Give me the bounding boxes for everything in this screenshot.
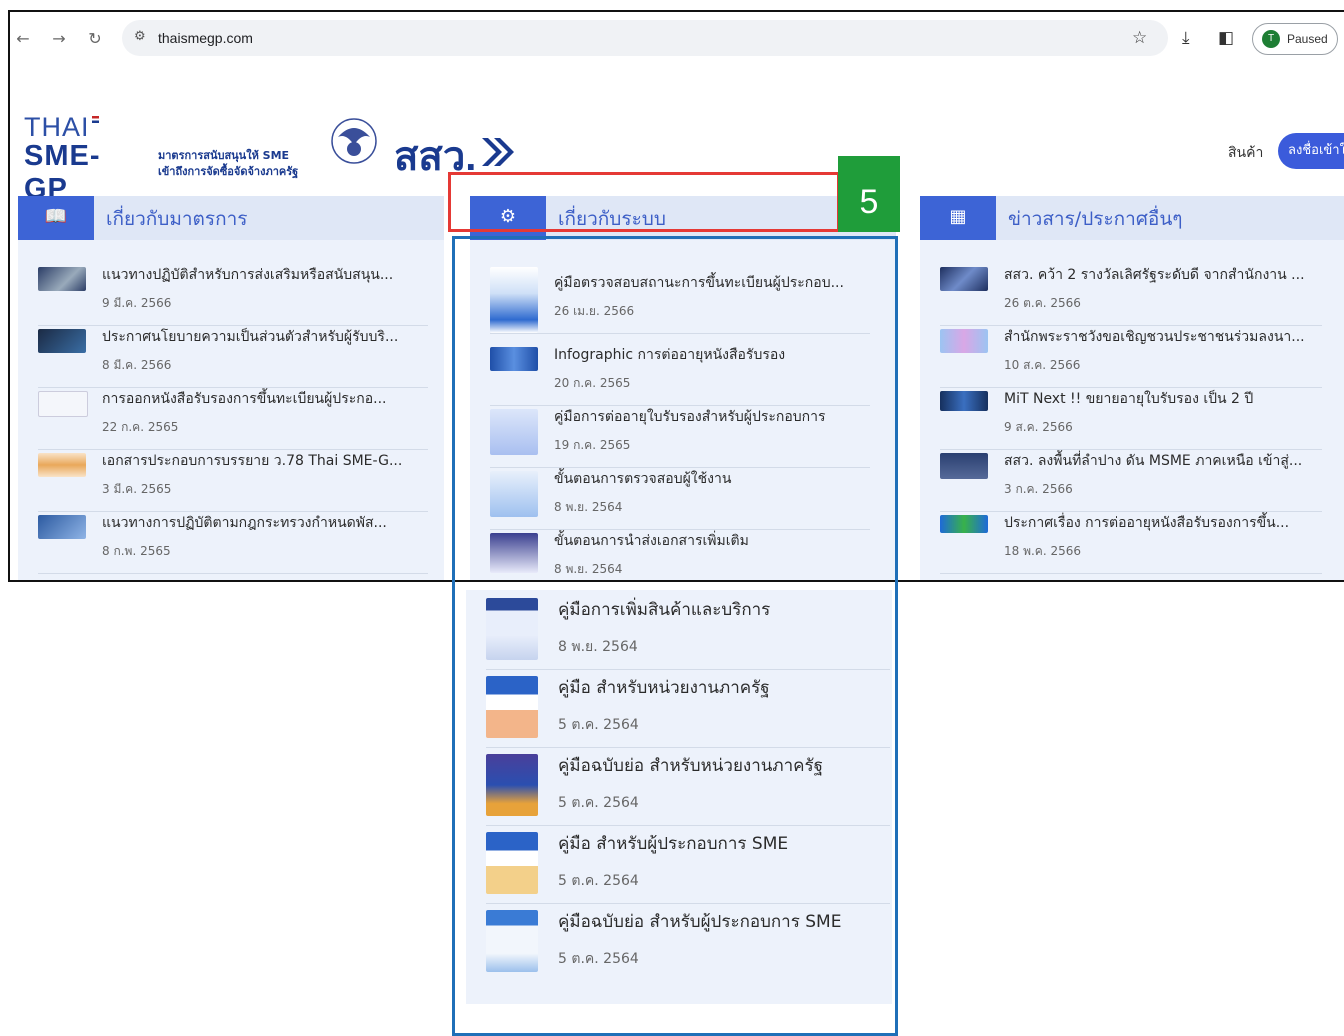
item-date: 8 มี.ค. 2566	[102, 358, 172, 372]
item-date: 18 พ.ค. 2566	[1004, 544, 1082, 558]
thumbnail	[38, 391, 88, 417]
reload-icon[interactable]: ↻	[84, 28, 106, 50]
back-icon[interactable]: ←	[12, 28, 34, 50]
item-title: แนวทางปฏิบัติสำหรับการส่งเสริมหรือสนับสน…	[102, 267, 394, 283]
book-icon: 📖	[18, 196, 94, 240]
list-item[interactable]: แนวทางปฏิบัติสำหรับการส่งเสริมหรือสนับสน…	[38, 264, 428, 326]
item-title: ประกาศนโยบายความเป็นส่วนตัวสำหรับผู้รับบ…	[102, 329, 399, 345]
list-item[interactable]: ประกาศเรื่อง การต่ออายุหนังสือรับรองการข…	[940, 512, 1322, 574]
column-title: เกี่ยวกับมาตรการ	[106, 208, 248, 230]
item-date: 10 ส.ค. 2566	[1004, 358, 1081, 372]
column-news: ▦ ข่าวสาร/ประกาศอื่นๆ สสว. คว้า 2 รางวัล…	[920, 196, 1344, 580]
logo-thai-text: THAI	[24, 112, 90, 142]
site-settings-icon[interactable]: ⚙	[134, 29, 146, 44]
login-button[interactable]: ลงชื่อเข้าใช้	[1278, 133, 1344, 169]
forward-icon[interactable]: →	[48, 28, 70, 50]
list-item[interactable]: ประกาศนโยบายความเป็นส่วนตัวสำหรับผู้รับบ…	[38, 326, 428, 388]
list-item[interactable]: MiT Next !! ขยายอายุใบรับรอง เป็น 2 ปี 9…	[940, 388, 1322, 450]
thumbnail	[940, 391, 988, 411]
item-date: 9 ส.ค. 2566	[1004, 420, 1073, 434]
profile-status: Paused	[1287, 32, 1328, 46]
divider	[940, 573, 1322, 574]
item-title: MiT Next !! ขยายอายุใบรับรอง เป็น 2 ปี	[1004, 391, 1254, 407]
item-title: แนวทางการปฏิบัติตามกฎกระทรวงกำหนดพัส...	[102, 515, 387, 531]
nav-products-link[interactable]: สินค้า	[1228, 142, 1263, 164]
item-date: 9 มี.ค. 2566	[102, 296, 172, 310]
list-item[interactable]: เอกสารประกอบการบรรยาย ว.78 Thai SME-G...…	[38, 450, 428, 512]
item-title: เอกสารประกอบการบรรยาย ว.78 Thai SME-G...	[102, 453, 403, 469]
column-about-measures: 📖 เกี่ยวกับมาตรการ แนวทางปฏิบัติสำหรับกา…	[18, 196, 444, 580]
highlight-blue-box	[452, 236, 898, 1036]
avatar: T	[1262, 30, 1280, 48]
calendar-icon: ▦	[920, 196, 996, 240]
thumbnail	[940, 515, 988, 533]
address-bar[interactable]: ⚙ thaismegp.com	[122, 20, 1168, 56]
highlight-red-box	[448, 172, 840, 232]
item-date: 26 ต.ค. 2566	[1004, 296, 1081, 310]
step-badge: 5	[838, 156, 900, 232]
side-panel-icon[interactable]: ◧	[1218, 28, 1234, 48]
list-item[interactable]: สสว. ลงพื้นที่ลำปาง ดัน MSME ภาคเหนือ เข…	[940, 450, 1322, 512]
list-item[interactable]: แนวทางการปฏิบัติตามกฎกระทรวงกำหนดพัส... …	[38, 512, 428, 574]
bookmark-star-icon[interactable]: ☆	[1132, 28, 1147, 48]
thumbnail	[940, 329, 988, 353]
thumbnail	[38, 329, 86, 353]
column-header[interactable]: ▦ ข่าวสาร/ประกาศอื่นๆ	[920, 196, 1344, 240]
list-item[interactable]: สำนักพระราชวังขอเชิญชวนประชาชนร่วมลงนา..…	[940, 326, 1322, 388]
item-date: 22 ก.ค. 2565	[102, 420, 179, 434]
thumbnail	[940, 267, 988, 291]
thumbnail	[38, 515, 86, 539]
item-title: การออกหนังสือรับรองการขึ้นทะเบียนผู้ประก…	[102, 391, 387, 407]
item-title: สสว. ลงพื้นที่ลำปาง ดัน MSME ภาคเหนือ เข…	[1004, 453, 1303, 469]
download-icon[interactable]: ⤓	[1182, 28, 1190, 48]
list-item[interactable]: การออกหนังสือรับรองการขึ้นทะเบียนผู้ประก…	[38, 388, 428, 450]
osmep-chevron-icon	[482, 138, 514, 166]
list-item[interactable]: สสว. คว้า 2 รางวัลเลิศรัฐระดับดี จากสำนั…	[940, 264, 1322, 326]
browser-toolbar: ← → ↻ ⚙ thaismegp.com ☆ ⤓ ◧ T Paused	[10, 12, 1344, 68]
profile-button[interactable]: T Paused	[1252, 23, 1338, 55]
logo-tagline: เข้าถึงการจัดซื้อจัดจ้างภาครัฐ	[158, 165, 299, 178]
item-title: ประกาศเรื่อง การต่ออายุหนังสือรับรองการข…	[1004, 515, 1290, 531]
thumbnail	[940, 453, 988, 479]
column-header[interactable]: 📖 เกี่ยวกับมาตรการ	[18, 196, 444, 240]
item-date: 3 มี.ค. 2565	[102, 482, 172, 496]
divider	[38, 573, 428, 574]
flag-mark	[92, 116, 99, 123]
thumbnail	[38, 267, 86, 291]
item-title: สำนักพระราชวังขอเชิญชวนประชาชนร่วมลงนา..…	[1004, 329, 1305, 345]
garuda-emblem-icon	[331, 118, 377, 164]
item-date: 3 ก.ค. 2566	[1004, 482, 1073, 496]
column-title: ข่าวสาร/ประกาศอื่นๆ	[1008, 208, 1183, 230]
item-title: สสว. คว้า 2 รางวัลเลิศรัฐระดับดี จากสำนั…	[1004, 267, 1305, 283]
url-text: thaismegp.com	[158, 30, 253, 46]
item-date: 8 ก.พ. 2565	[102, 544, 171, 558]
thumbnail	[38, 453, 86, 477]
